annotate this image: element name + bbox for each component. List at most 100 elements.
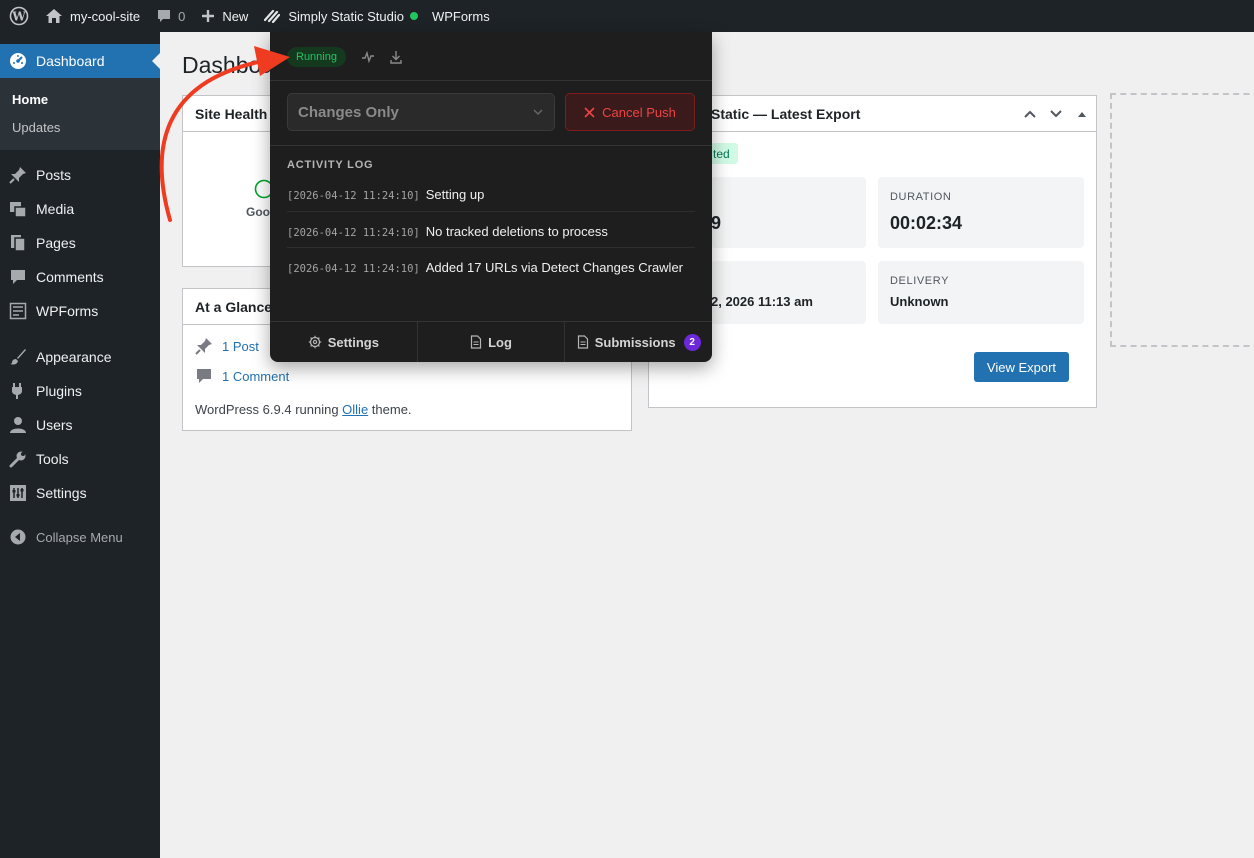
move-up-icon[interactable]	[1023, 108, 1037, 120]
toggle-panel-icon[interactable]	[1077, 109, 1087, 119]
site-name: my-cool-site	[70, 8, 141, 24]
site-health-title: Site Health	[183, 96, 281, 132]
admin-sidebar: Dashboard Home Updates Posts Media Pages…	[0, 32, 160, 858]
comments-link[interactable]: 0	[148, 0, 193, 32]
panel-divider	[270, 80, 712, 81]
footer-submissions-button[interactable]: Submissions 2	[565, 322, 712, 362]
sidebar-item-label: Pages	[36, 235, 76, 251]
log-timestamp: [2026-04-12 11:24:10]	[287, 263, 420, 275]
log-timestamp: [2026-04-12 11:24:10]	[287, 227, 420, 239]
panel-footer: Settings Log Submissions 2	[270, 321, 712, 362]
sidebar-item-pages[interactable]: Pages	[0, 226, 160, 260]
wpforms-menu[interactable]: WPForms	[426, 0, 498, 32]
sidebar-item-wpforms[interactable]: WPForms	[0, 294, 160, 328]
pin-icon	[0, 166, 36, 184]
push-mode-value: Changes Only	[298, 103, 399, 121]
footer-settings-label: Settings	[327, 334, 379, 350]
stat-pages-value: 9	[711, 213, 722, 233]
push-mode-select[interactable]: Changes Only	[287, 93, 555, 131]
sidebar-item-label: Appearance	[36, 349, 112, 365]
panel-divider	[270, 145, 712, 146]
glance-comments-label: 1 Comment	[222, 368, 290, 384]
site-health-status: Goo	[246, 205, 270, 219]
site-name-link[interactable]: my-cool-site	[37, 0, 148, 32]
settings-icon	[0, 484, 36, 502]
simply-static-logo-icon	[264, 9, 281, 23]
admin-bar: W my-cool-site 0 New Simply Static Studi…	[0, 0, 1254, 32]
stat-delivery-value: Unknown	[890, 294, 949, 309]
move-down-icon[interactable]	[1049, 108, 1063, 120]
collapse-menu-button[interactable]: Collapse Menu	[0, 520, 160, 554]
page-title: Dashboa	[182, 52, 275, 78]
sidebar-item-label: Posts	[36, 167, 72, 183]
pages-icon	[0, 234, 36, 252]
sidebar-item-label: Comments	[36, 269, 104, 285]
sidebar-item-posts[interactable]: Posts	[0, 158, 160, 192]
sidebar-item-label: Users	[36, 417, 73, 433]
sidebar-item-label: Plugins	[36, 383, 82, 399]
activity-log-heading: ACTIVITY LOG	[287, 159, 374, 171]
forms-icon	[0, 302, 36, 320]
log-message: Added 17 URLs via Detect Changes Crawler	[425, 260, 684, 275]
sidebar-item-media[interactable]: Media	[0, 192, 160, 226]
theme-link[interactable]: Ollie	[342, 402, 368, 417]
sidebar-item-settings[interactable]: Settings	[0, 476, 160, 510]
wpforms-label: WPForms	[431, 8, 490, 24]
footer-submissions-label: Submissions	[594, 334, 676, 350]
sidebar-item-users[interactable]: Users	[0, 408, 160, 442]
log-entry: [2026-04-12 11:24:10] Added 17 URLs via D…	[287, 258, 695, 279]
media-icon	[0, 200, 36, 218]
sidebar-item-comments[interactable]: Comments	[0, 260, 160, 294]
glance-posts-label: 1 Post	[222, 338, 259, 354]
new-content-link[interactable]: New	[193, 0, 256, 32]
empty-widget-dropzone	[1110, 93, 1254, 347]
submenu-home[interactable]: Home	[12, 92, 48, 107]
cancel-push-button[interactable]: Cancel Push	[565, 93, 695, 131]
sidebar-item-label: WPForms	[36, 303, 99, 319]
plus-icon	[202, 10, 215, 22]
stat-card-date: 2, 2026 11:13 am	[711, 261, 866, 324]
log-entry: [2026-04-12 11:24:10] Setting up	[287, 185, 695, 206]
submenu-updates[interactable]: Updates	[12, 120, 60, 135]
document-icon	[470, 335, 482, 349]
wp-version-prefix: WordPress 6.9.4 running	[195, 402, 343, 417]
download-icon[interactable]	[389, 50, 403, 64]
pin-icon	[195, 338, 212, 355]
sidebar-item-plugins[interactable]: Plugins	[0, 374, 160, 408]
sidebar-item-label: Tools	[36, 451, 69, 467]
simply-static-studio-menu[interactable]: Simply Static Studio	[256, 0, 426, 32]
collapse-arrow-icon	[0, 529, 36, 545]
footer-log-button[interactable]: Log	[418, 322, 566, 362]
stat-card-delivery: DELIVERY Unknown	[878, 261, 1084, 324]
home-icon	[46, 9, 62, 23]
view-export-button[interactable]: View Export	[974, 352, 1069, 382]
log-separator	[287, 211, 695, 212]
wp-version-text: WordPress 6.9.4 running Ollie theme.	[195, 402, 412, 417]
sidebar-item-label: Dashboard	[36, 53, 105, 69]
site-health-widget: Site Health Goo	[182, 95, 282, 267]
stat-duration-value: 00:02:34	[890, 213, 963, 233]
footer-settings-button[interactable]: Settings	[270, 322, 418, 362]
collapse-menu-label: Collapse Menu	[36, 529, 123, 545]
sidebar-item-dashboard[interactable]: Dashboard	[0, 44, 160, 78]
activity-pulse-icon[interactable]	[361, 51, 375, 63]
stat-delivery-label: DELIVERY	[890, 275, 950, 287]
sidebar-item-appearance[interactable]: Appearance	[0, 340, 160, 374]
log-message: Setting up	[425, 187, 485, 202]
footer-log-label: Log	[488, 334, 512, 350]
svg-text:W: W	[11, 10, 26, 24]
status-dot	[409, 12, 418, 20]
sidebar-item-label: Settings	[36, 485, 87, 501]
studio-status-panel: Running Changes Only Cancel Push ACTIVIT…	[270, 32, 712, 362]
sidebar-item-tools[interactable]: Tools	[0, 442, 160, 476]
wordpress-logo-icon[interactable]: W	[0, 0, 37, 32]
submissions-count-badge: 2	[683, 333, 701, 351]
dashboard-submenu: Home Updates	[0, 78, 160, 150]
glance-posts-link[interactable]: 1 Post	[195, 337, 259, 355]
wrench-icon	[0, 450, 36, 468]
chevron-down-icon	[533, 109, 543, 116]
dashboard-icon	[0, 52, 36, 70]
document-icon	[577, 335, 588, 349]
glance-comments-link[interactable]: 1 Comment	[195, 367, 289, 385]
new-label: New	[222, 8, 249, 24]
